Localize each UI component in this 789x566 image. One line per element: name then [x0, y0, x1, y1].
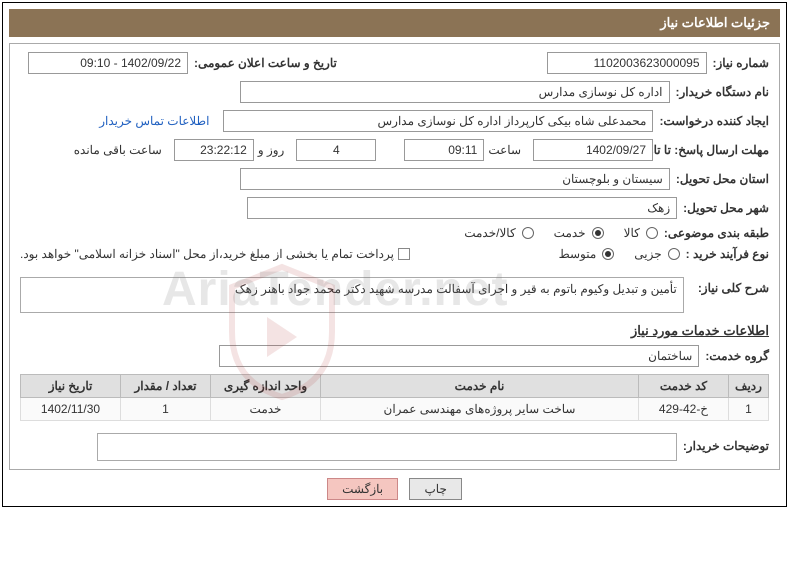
cell-date: 1402/11/30: [21, 398, 121, 421]
need-desc-field: تأمین و تبدیل وکیوم باتوم به قیر و اجرای…: [20, 277, 684, 313]
province-label: استان محل تحویل:: [676, 172, 769, 186]
th-unit: واحد اندازه گیری: [211, 375, 321, 398]
need-number-field: 1102003623000095: [547, 52, 707, 74]
contact-link[interactable]: اطلاعات تماس خریدار: [99, 114, 209, 128]
service-group-label: گروه خدمت:: [705, 349, 769, 363]
remaining-days-field: 4: [296, 139, 376, 161]
requester-field: محمدعلی شاه بیکی کارپرداز اداره کل نوساز…: [223, 110, 653, 132]
radio-service-label: خدمت: [554, 226, 586, 240]
buyer-comment-field: [97, 433, 677, 461]
cell-row: 1: [729, 398, 769, 421]
province-field: سیستان و بلوچستان: [240, 168, 670, 190]
remaining-time-field: 23:22:12: [174, 139, 254, 161]
need-desc-label: شرح کلی نیاز:: [698, 281, 769, 295]
th-qty: تعداد / مقدار: [121, 375, 211, 398]
radio-partial[interactable]: [668, 248, 680, 260]
days-and-label: روز و: [258, 143, 285, 157]
radio-goods[interactable]: [646, 227, 658, 239]
cell-unit: خدمت: [211, 398, 321, 421]
radio-medium-label: متوسط: [559, 247, 597, 261]
th-date: تاریخ نیاز: [21, 375, 121, 398]
service-group-field: ساختمان: [219, 345, 699, 367]
radio-goods-label: کالا: [624, 226, 640, 240]
print-button[interactable]: چاپ: [409, 478, 461, 500]
services-table: ردیف کد خدمت نام خدمت واحد اندازه گیری ت…: [20, 374, 769, 421]
th-code: کد خدمت: [639, 375, 729, 398]
buyer-org-field: اداره کل نوسازی مدارس: [240, 81, 670, 103]
radio-goods-service-label: کالا/خدمت: [464, 226, 515, 240]
buyer-comment-label: توضیحات خریدار:: [683, 439, 769, 453]
need-number-label: شماره نیاز:: [713, 56, 769, 70]
deadline-label: مهلت ارسال پاسخ: تا تاریخ:: [659, 143, 769, 157]
deadline-time-field: 09:11: [404, 139, 484, 161]
radio-goods-service[interactable]: [522, 227, 534, 239]
radio-medium[interactable]: [602, 248, 614, 260]
city-label: شهر محل تحویل:: [683, 201, 769, 215]
payment-checkbox[interactable]: [398, 248, 410, 260]
cell-code: خ-42-429: [639, 398, 729, 421]
payment-note: پرداخت تمام یا بخشی از مبلغ خرید،از محل …: [20, 247, 394, 261]
city-field: زهک: [247, 197, 677, 219]
radio-partial-label: جزیی: [634, 247, 661, 261]
back-button[interactable]: بازگشت: [327, 478, 398, 500]
deadline-date-field: 1402/09/27: [533, 139, 653, 161]
requester-label: ایجاد کننده درخواست:: [659, 114, 769, 128]
announce-value-field: 1402/09/22 - 09:10: [28, 52, 188, 74]
cell-name: ساخت سایر پروژه‌های مهندسی عمران: [321, 398, 639, 421]
time-label: ساعت: [488, 143, 521, 157]
table-row: 1 خ-42-429 ساخت سایر پروژه‌های مهندسی عم…: [21, 398, 769, 421]
page-title: جزئیات اطلاعات نیاز: [9, 9, 780, 37]
services-section-title: اطلاعات خدمات مورد نیاز: [20, 323, 769, 339]
buyer-org-label: نام دستگاه خریدار:: [676, 85, 770, 99]
th-row: ردیف: [729, 375, 769, 398]
announce-label: تاریخ و ساعت اعلان عمومی:: [194, 56, 337, 70]
radio-service[interactable]: [592, 227, 604, 239]
category-label: طبقه بندی موضوعی:: [664, 226, 769, 240]
th-name: نام خدمت: [321, 375, 639, 398]
remaining-suffix: ساعت باقی مانده: [74, 143, 162, 157]
cell-qty: 1: [121, 398, 211, 421]
process-label: نوع فرآیند خرید :: [686, 247, 769, 261]
